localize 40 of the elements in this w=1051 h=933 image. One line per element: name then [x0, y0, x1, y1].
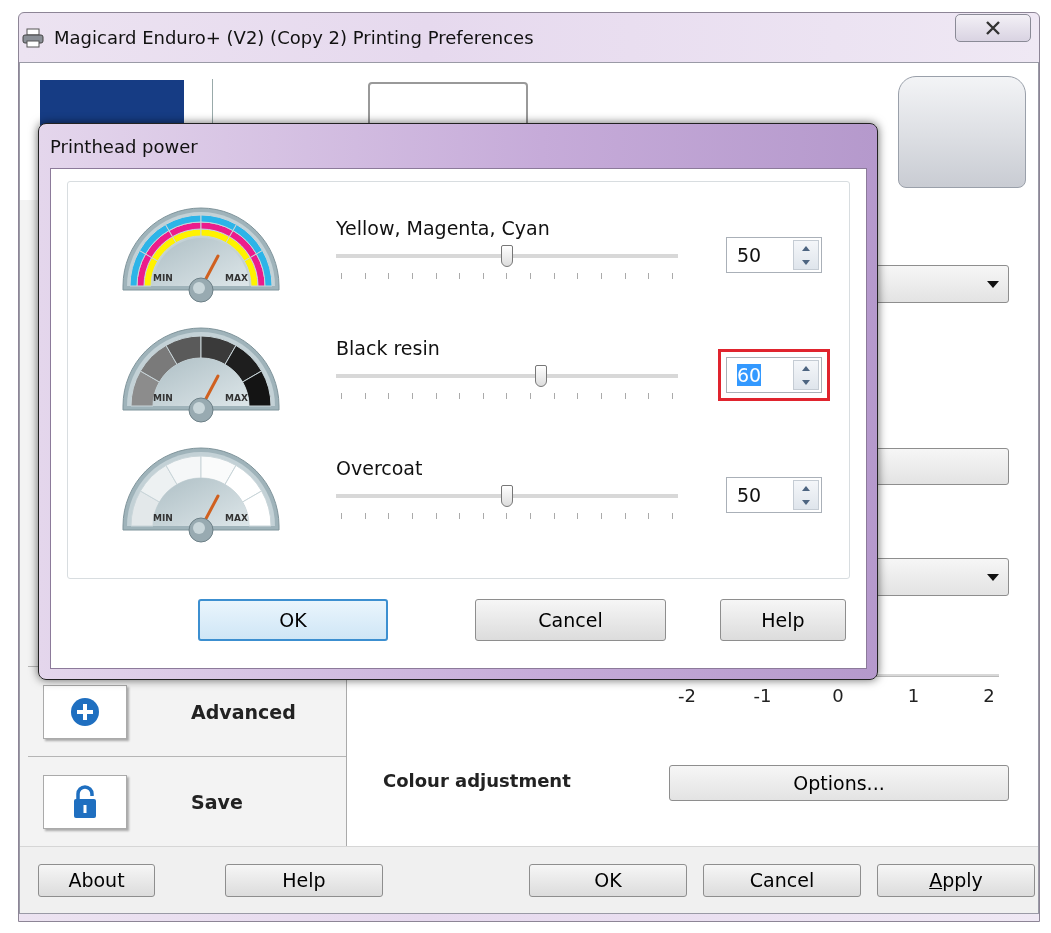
scale-tick-label: 0: [831, 685, 845, 706]
gauge-min-label: MIN: [153, 513, 173, 523]
caret-icon: [987, 573, 999, 581]
channel-label: Black resin: [336, 337, 441, 359]
footer-button[interactable]: Cancel: [703, 863, 861, 897]
padlock-icon: [72, 784, 98, 819]
close-icon: [985, 20, 1001, 35]
gauge-min-label: MIN: [153, 273, 173, 283]
sidebar-button[interactable]: [43, 774, 127, 829]
footer-button[interactable]: Apply: [877, 863, 1035, 897]
window-title: Magicard Enduro+ (V2) (Copy 2) Printing Preferences: [54, 27, 534, 48]
gauge-min-label: MIN: [153, 393, 173, 403]
sidebar-label: Advanced: [191, 700, 296, 723]
printer-icon: [22, 27, 44, 48]
footer-button[interactable]: OK: [529, 863, 687, 897]
dialog-title: Printhead power: [50, 134, 199, 159]
sidebar-button[interactable]: [43, 684, 127, 739]
channel-label: Overcoat: [336, 457, 424, 479]
scale-tick-label: 2: [982, 685, 996, 706]
setting-label: Colour adjustment: [383, 770, 571, 791]
slider-thumb[interactable]: [501, 245, 513, 267]
options-button[interactable]: Options...: [669, 765, 1009, 801]
channel-label: Yellow, Magenta, Cyan: [336, 217, 551, 239]
close-button[interactable]: [955, 13, 1031, 42]
plus-icon: [70, 696, 100, 727]
gauge-max-label: MAX: [225, 273, 248, 283]
dialog-button[interactable]: OK: [198, 599, 388, 641]
footer-button[interactable]: Help: [225, 863, 383, 897]
sidebar-label: Save: [191, 790, 243, 813]
dialog-button[interactable]: Help: [720, 599, 846, 641]
slider-thumb[interactable]: [535, 365, 548, 387]
dialog-button[interactable]: Cancel: [475, 599, 666, 641]
footer-button[interactable]: About: [38, 863, 155, 897]
gauge-max-label: MAX: [225, 393, 248, 403]
scale-tick-label: 1: [906, 685, 921, 706]
caret-icon: [987, 280, 999, 288]
slider-thumb[interactable]: [501, 485, 513, 507]
gauge-max-label: MAX: [225, 513, 248, 523]
scale-tick-label: -2: [677, 685, 697, 706]
scale-tick-label: -1: [752, 685, 773, 706]
